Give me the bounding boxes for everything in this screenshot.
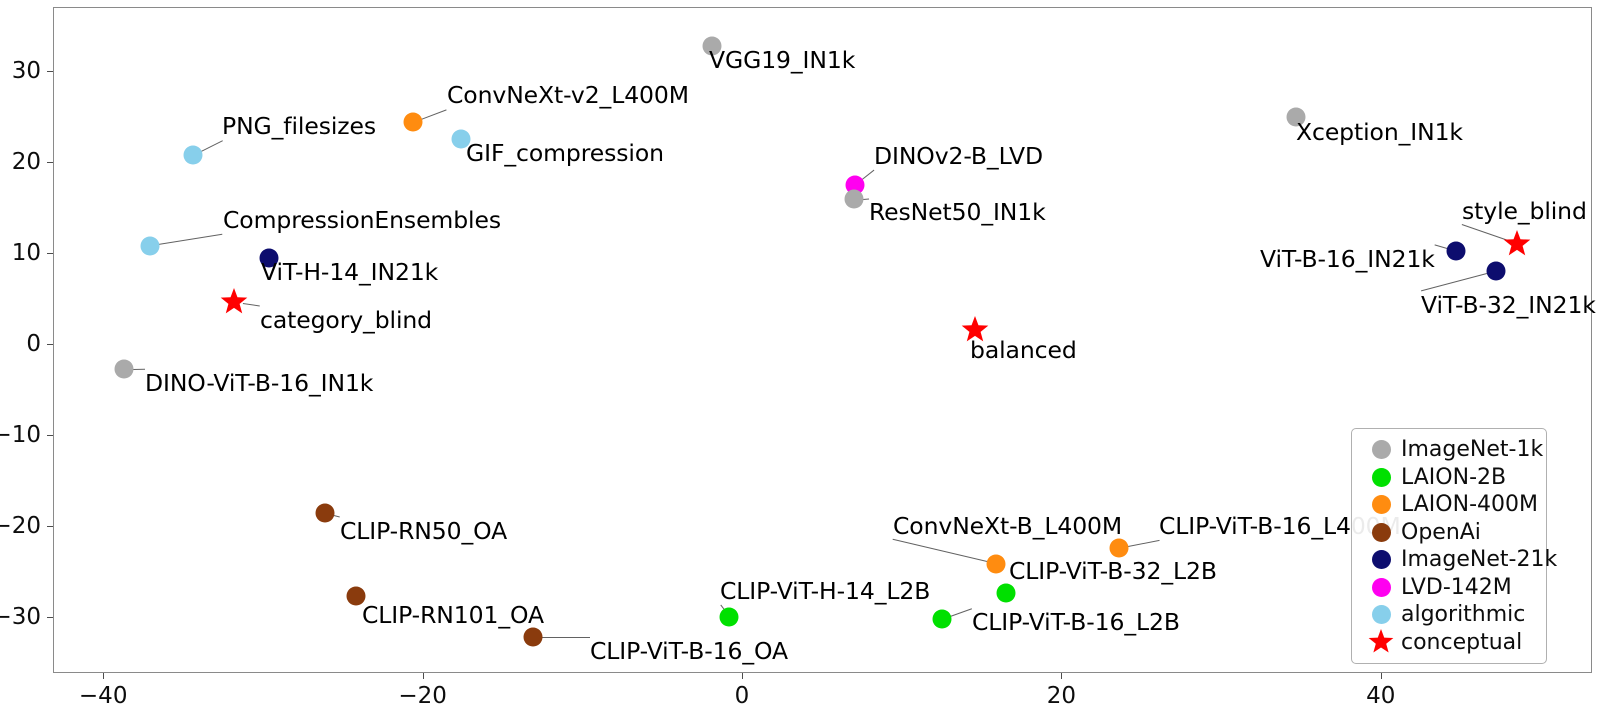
point-label: CompressionEnsembles	[223, 206, 501, 234]
point-label: CLIP-ViT-B-32_L2B	[1009, 557, 1217, 585]
point-label: PNG_filesizes	[222, 112, 377, 140]
legend-dot-icon	[1361, 440, 1401, 460]
y-tick-mark	[47, 617, 53, 618]
point-label: style_blind	[1462, 197, 1587, 225]
x-tick-mark	[422, 673, 424, 679]
legend-item-label: OpenAi	[1401, 519, 1481, 545]
legend-item-imagenet-1k[interactable]: ImageNet-1k	[1361, 436, 1543, 464]
legend-item-laion-2b[interactable]: LAION-2B	[1361, 464, 1537, 492]
legend-dot-icon	[1361, 605, 1401, 625]
data-point-marker	[932, 609, 952, 629]
legend-item-label: LAION-2B	[1401, 464, 1507, 490]
point-label: CLIP-ViT-B-16_OA	[590, 637, 788, 665]
y-tick-mark	[47, 435, 53, 436]
label-leader-line	[541, 636, 590, 639]
scatter-plot-figure: −40 −20 0 20 40 30 20 10 0 −10 −20 −30 VGG19_IN1k Co…	[0, 0, 1600, 707]
legend-item-laion-400m[interactable]: LAION-400M	[1361, 491, 1538, 519]
point-label: GIF_compression	[466, 139, 664, 167]
data-point-star	[1503, 229, 1531, 258]
point-label: DINOv2-B_LVD	[874, 142, 1043, 170]
data-point-marker	[183, 145, 203, 165]
point-label: CLIP-RN50_OA	[340, 517, 508, 545]
point-label: DINO-ViT-B-16_IN1k	[145, 369, 374, 397]
data-point-marker	[523, 627, 543, 647]
x-tick-label: −20	[398, 683, 447, 707]
data-point-star	[220, 288, 248, 316]
y-tick-label: 10	[11, 240, 41, 266]
data-point-marker	[996, 583, 1015, 603]
y-tick-mark	[47, 162, 53, 163]
point-label: CLIP-ViT-B-16_L2B	[972, 608, 1180, 636]
x-tick-label: 20	[1046, 683, 1077, 707]
y-tick-label: 0	[26, 331, 41, 357]
y-tick-label: −30	[0, 604, 41, 630]
legend-item-openai[interactable]: OpenAi	[1361, 519, 1537, 547]
legend: ImageNet-1k LAION-2B LAION-400M OpenAi Image…	[1351, 428, 1557, 664]
point-label: ViT-B-32_IN21k	[1421, 291, 1596, 319]
point-label: VGG19_IN1k	[709, 46, 856, 74]
legend-item-label: LVD-142M	[1401, 574, 1512, 600]
legend-dot-icon	[1361, 467, 1401, 487]
point-label: ViT-H-14_IN21k	[261, 258, 439, 286]
legend-item-label: LAION-400M	[1401, 492, 1538, 518]
x-tick-label: 40	[1366, 683, 1396, 707]
y-tick-label: −20	[0, 513, 41, 539]
y-tick-mark	[47, 526, 53, 527]
y-tick-mark	[47, 253, 53, 254]
legend-dot-icon	[1361, 495, 1401, 515]
point-label: ConvNeXt-v2_L400M	[447, 81, 689, 109]
data-point-marker	[114, 359, 134, 379]
y-tick-mark	[47, 344, 53, 345]
legend-item-imagenet-21k[interactable]: ImageNet-21k	[1361, 546, 1557, 574]
legend-item-lvd-142m[interactable]: LVD-142M	[1361, 574, 1537, 602]
x-tick-mark	[1061, 673, 1063, 679]
data-point-marker	[986, 554, 1006, 574]
point-label: ResNet50_IN1k	[869, 198, 1046, 226]
y-tick-label: −10	[0, 422, 41, 448]
point-label: Xception_IN1k	[1296, 118, 1463, 146]
legend-star-icon	[1361, 629, 1401, 655]
point-label: CLIP-RN101_OA	[362, 601, 544, 629]
x-tick-mark	[103, 673, 105, 679]
x-tick-mark	[742, 673, 743, 679]
x-tick-mark	[1380, 673, 1382, 679]
x-tick-label: 0	[734, 683, 750, 707]
data-point-marker	[844, 189, 864, 209]
point-label: category_blind	[260, 306, 432, 334]
point-label: CLIP-ViT-H-14_L2B	[720, 577, 931, 605]
data-point-marker	[403, 112, 423, 132]
y-tick-label: 30	[11, 58, 41, 84]
point-label: ViT-B-16_IN21k	[1260, 245, 1435, 273]
legend-item-label: algorithmic	[1401, 602, 1526, 628]
legend-item-conceptual[interactable]: conceptual	[1361, 629, 1537, 657]
legend-item-label: ImageNet-1k	[1401, 437, 1544, 463]
data-point-marker	[719, 607, 739, 627]
legend-item-algorithmic[interactable]: algorithmic	[1361, 601, 1537, 629]
data-point-marker	[315, 503, 335, 523]
legend-item-label: ImageNet-21k	[1401, 547, 1558, 573]
data-point-marker	[1446, 241, 1466, 261]
y-tick-mark	[47, 71, 53, 72]
point-label: ConvNeXt-B_L400M	[893, 512, 1123, 540]
legend-dot-icon	[1361, 550, 1401, 570]
data-point-marker	[1109, 538, 1129, 558]
data-point-marker	[140, 236, 159, 256]
data-point-marker	[1486, 261, 1506, 281]
legend-dot-icon	[1361, 522, 1401, 542]
legend-item-label: conceptual	[1401, 629, 1523, 655]
y-tick-label: 20	[11, 149, 41, 175]
point-label: balanced	[970, 336, 1077, 364]
x-tick-label: −40	[78, 683, 128, 707]
legend-dot-icon	[1361, 577, 1401, 597]
